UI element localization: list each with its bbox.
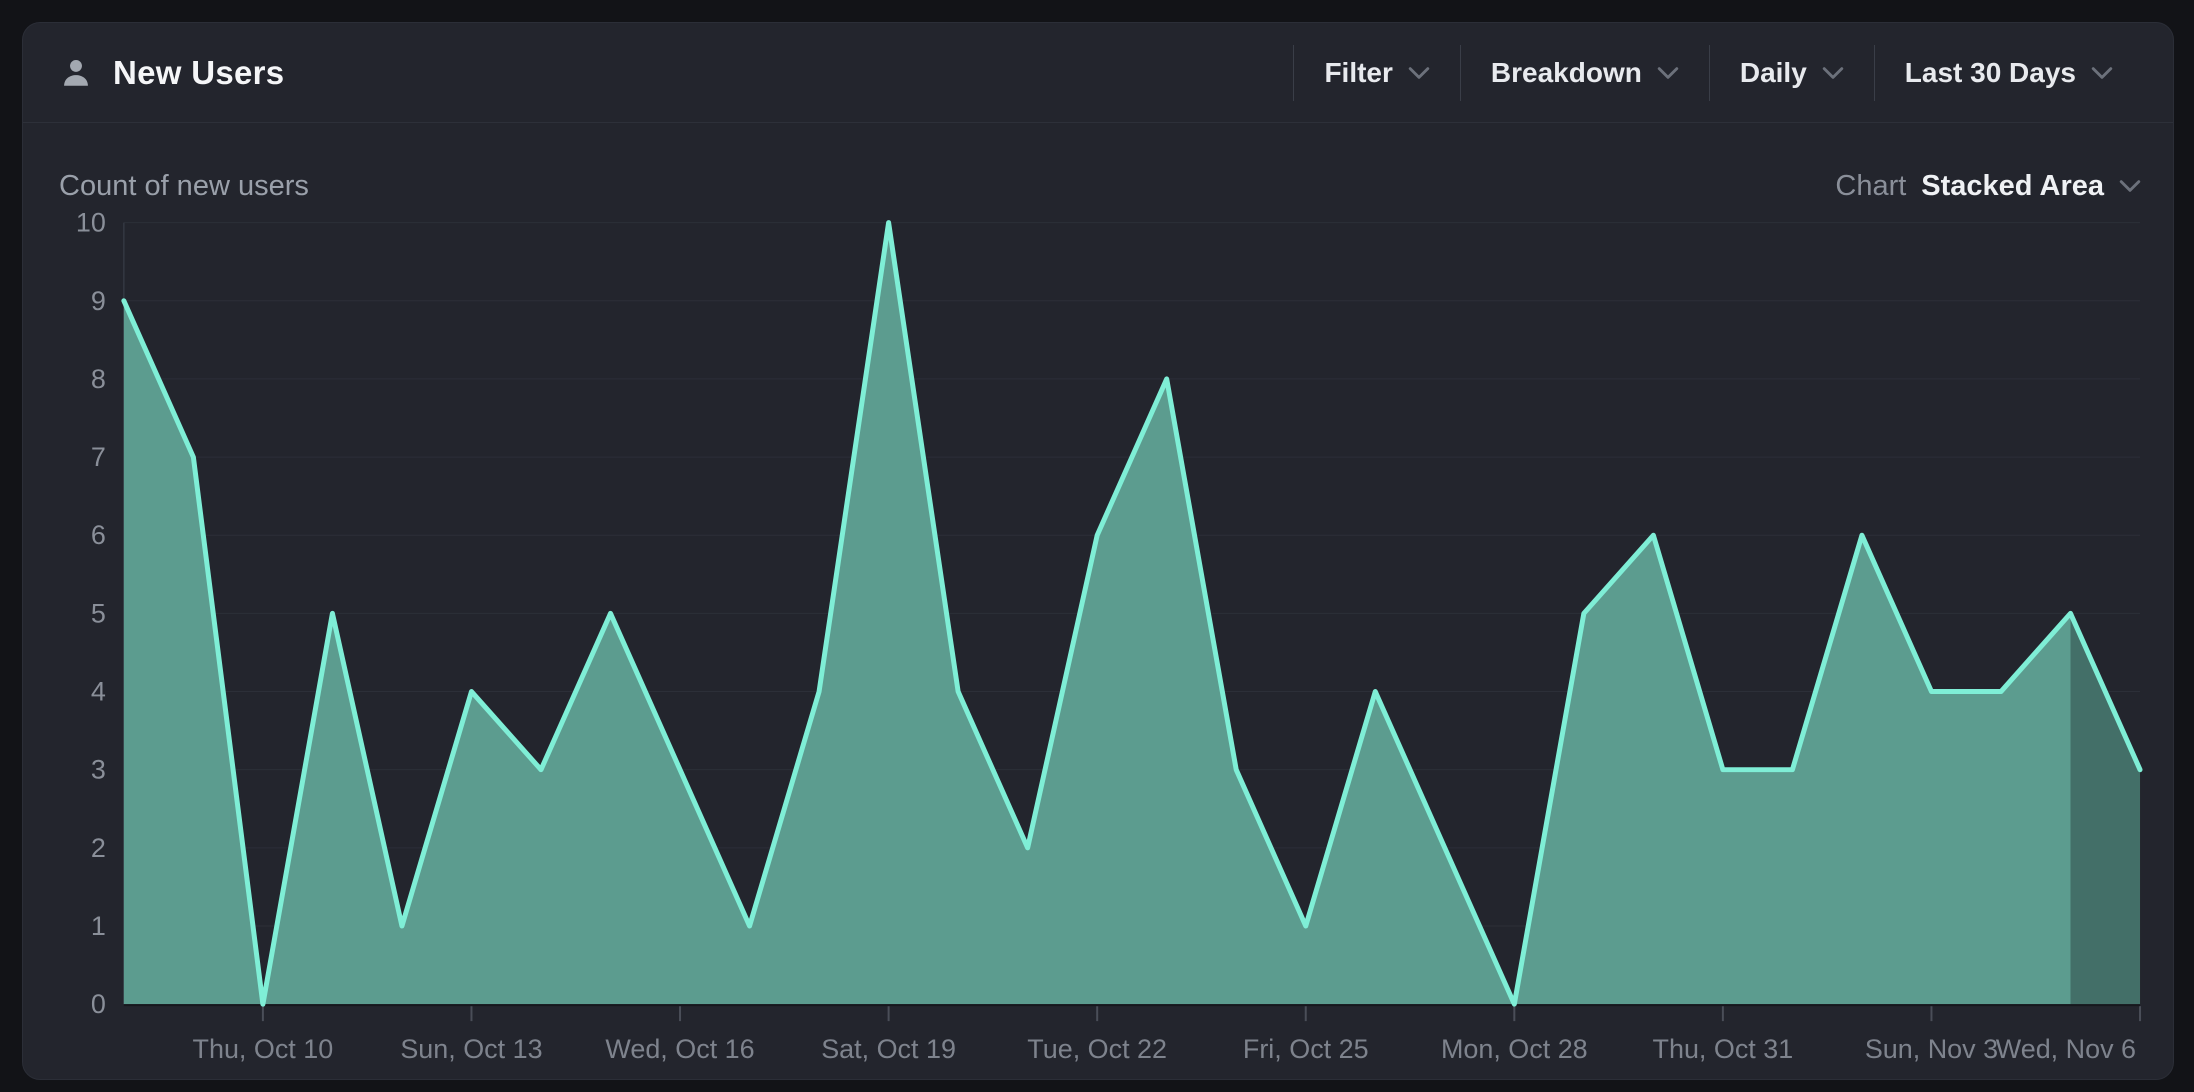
new-users-widget: New Users Filter Breakdown Daily: [22, 22, 2174, 1080]
y-axis-label: 3: [91, 755, 106, 785]
x-axis-label: Fri, Oct 25: [1243, 1034, 1369, 1064]
x-axis-label: Sat, Oct 19: [821, 1034, 956, 1064]
x-axis-label: Wed, Nov 6: [1996, 1034, 2136, 1064]
y-axis-label: 0: [91, 989, 106, 1019]
y-axis-label: 5: [91, 598, 106, 628]
y-axis-label: 4: [91, 677, 106, 707]
y-axis-label: 10: [76, 208, 106, 238]
area-chart-canvas[interactable]: 0 1 2 3 4 5 6 7 8 9 10 Thu, Oct 10 Sun, Oct 13 Wed, O…: [23, 23, 2173, 1079]
y-axis-label: 8: [91, 364, 106, 394]
x-axis-label: Mon, Oct 28: [1441, 1034, 1588, 1064]
x-axis-label: Thu, Oct 31: [1653, 1034, 1794, 1064]
y-axis-label: 9: [91, 286, 106, 316]
y-axis-label: 1: [91, 911, 106, 941]
x-axis-label: Wed, Oct 16: [605, 1034, 754, 1064]
y-axis-label: 6: [91, 520, 106, 550]
y-axis-label: 2: [91, 833, 106, 863]
incomplete-period-shade: [2071, 613, 2141, 1004]
area-chart[interactable]: 0 1 2 3 4 5 6 7 8 9 10 Thu, Oct 10 Sun, Oct 13 Wed, O…: [23, 23, 2173, 1079]
x-axis-label: Sun, Oct 13: [400, 1034, 542, 1064]
x-axis-label: Thu, Oct 10: [193, 1034, 334, 1064]
x-axis-label: Sun, Nov 3: [1865, 1034, 1998, 1064]
y-axis-label: 7: [91, 442, 106, 472]
x-axis-label: Tue, Oct 22: [1027, 1034, 1167, 1064]
